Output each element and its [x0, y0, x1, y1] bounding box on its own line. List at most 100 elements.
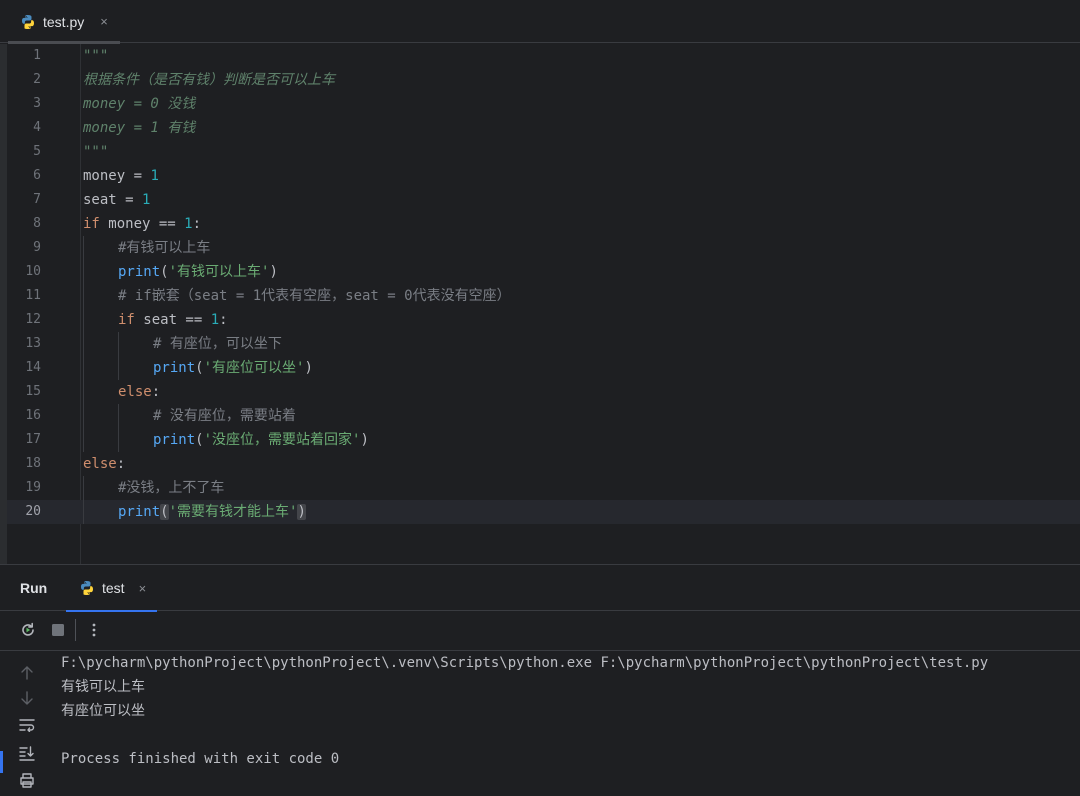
code-line[interactable]: 11 # if嵌套（seat = 1代表有空座，seat = 0代表没有空座）: [7, 284, 1080, 308]
console-line: 有座位可以坐: [61, 703, 145, 719]
code-token: :: [192, 216, 202, 232]
stop-icon[interactable]: [48, 620, 68, 640]
scroll-to-end-icon[interactable]: [17, 743, 37, 763]
code-line[interactable]: 5 """: [7, 140, 1080, 164]
scroll-down-icon[interactable]: [17, 688, 37, 708]
code-line[interactable]: 16 # 没有座位，需要站着: [7, 404, 1080, 428]
code-token: money ==: [99, 216, 185, 232]
code-text: if money == 1:: [83, 212, 201, 236]
indent-guide: [118, 356, 119, 380]
code-line[interactable]: 6 money = 1: [7, 164, 1080, 188]
run-panel-title: Run: [20, 580, 48, 596]
code-token: 1: [142, 192, 151, 208]
code-text: # if嵌套（seat = 1代表有空座，seat = 0代表没有空座）: [118, 288, 511, 304]
code-token: (: [160, 264, 169, 280]
editor-left-strip: [0, 44, 7, 564]
code-line[interactable]: 9 #有钱可以上车: [7, 236, 1080, 260]
code-token: ): [360, 432, 369, 448]
indent-guide: [118, 332, 119, 356]
code-line[interactable]: 2 根据条件（是否有钱）判断是否可以上车: [7, 68, 1080, 92]
console-line: 有钱可以上车: [61, 679, 145, 695]
line-number: 18: [25, 456, 41, 471]
code-line[interactable]: 12 if seat == 1:: [7, 308, 1080, 332]
code-token: ): [269, 264, 278, 280]
code-line[interactable]: 7 seat = 1: [7, 188, 1080, 212]
code-text: print('有钱可以上车'): [118, 260, 278, 284]
rerun-icon[interactable]: [18, 620, 38, 640]
code-token: '需要有钱才能上车': [168, 504, 298, 520]
scroll-up-icon[interactable]: [17, 663, 37, 683]
soft-wrap-icon[interactable]: [17, 715, 37, 735]
indent-guide: [83, 356, 84, 380]
code-text: else:: [83, 452, 125, 476]
code-token: print: [118, 504, 161, 520]
code-token: 1: [184, 216, 193, 232]
code-token: else: [118, 384, 152, 400]
indent-guide: [83, 260, 84, 284]
code-line[interactable]: 15 else:: [7, 380, 1080, 404]
code-token: 1: [210, 312, 220, 328]
code-editor[interactable]: 1 """ 2 根据条件（是否有钱）判断是否可以上车 3 money = 0 没…: [0, 44, 1080, 564]
code-token: seat =: [83, 192, 143, 208]
code-line-current[interactable]: 20 print('需要有钱才能上车'): [7, 500, 1080, 524]
code-text: #没钱，上不了车: [118, 480, 225, 496]
console-line: Process finished with exit code 0: [61, 751, 340, 767]
indent-guide: [83, 428, 84, 452]
code-text: print('需要有钱才能上车'): [118, 500, 306, 524]
line-number: 13: [25, 336, 41, 351]
line-number: 5: [33, 144, 41, 159]
code-text: print('有座位可以坐'): [153, 356, 313, 380]
code-text: 根据条件（是否有钱）判断是否可以上车: [83, 72, 335, 88]
editor-tab-bar: test.py ×: [0, 0, 1080, 44]
code-token: money =: [83, 168, 151, 184]
console-output[interactable]: F:\pycharm\pythonProject\pythonProject\.…: [61, 651, 1071, 771]
code-token: (: [195, 360, 204, 376]
line-number: 4: [33, 120, 41, 135]
code-token: :: [151, 384, 161, 400]
run-toolbar: [0, 611, 1080, 651]
code-line[interactable]: 10 print('有钱可以上车'): [7, 260, 1080, 284]
code-token: print: [153, 432, 196, 448]
line-number: 6: [33, 168, 41, 183]
line-number: 20: [25, 504, 41, 519]
code-text: money = 0 没钱: [83, 96, 196, 112]
code-line[interactable]: 13 # 有座位，可以坐下: [7, 332, 1080, 356]
indent-guide: [83, 308, 84, 332]
code-token: if: [118, 312, 135, 328]
indent-guide: [83, 404, 84, 428]
print-icon[interactable]: [17, 770, 37, 790]
indent-guide: [83, 284, 84, 308]
line-number: 12: [25, 312, 41, 327]
code-text: # 有座位，可以坐下: [153, 336, 282, 352]
code-line[interactable]: 19 #没钱，上不了车: [7, 476, 1080, 500]
line-number: 19: [25, 480, 41, 495]
code-line[interactable]: 1 """: [7, 44, 1080, 68]
code-token: print: [153, 360, 196, 376]
code-line[interactable]: 3 money = 0 没钱: [7, 92, 1080, 116]
code-text: """: [83, 48, 109, 64]
code-token: (: [195, 432, 204, 448]
editor-tab-test-py[interactable]: test.py ×: [8, 0, 120, 44]
indent-guide: [83, 500, 84, 524]
code-line[interactable]: 18 else:: [7, 452, 1080, 476]
code-text: """: [83, 144, 109, 160]
close-icon[interactable]: ×: [139, 581, 147, 596]
run-tab-test[interactable]: test ×: [66, 565, 157, 612]
line-number: 11: [25, 288, 41, 303]
code-line[interactable]: 14 print('有座位可以坐'): [7, 356, 1080, 380]
line-number: 10: [25, 264, 41, 279]
code-text: seat = 1: [83, 188, 150, 212]
code-token: seat ==: [134, 312, 211, 328]
code-text: #有钱可以上车: [118, 240, 211, 256]
code-line[interactable]: 4 money = 1 有钱: [7, 116, 1080, 140]
close-icon[interactable]: ×: [100, 14, 108, 29]
code-line[interactable]: 8 if money == 1:: [7, 212, 1080, 236]
line-number: 1: [33, 48, 41, 63]
line-number: 8: [33, 216, 41, 231]
code-line[interactable]: 17 print('没座位，需要站着回家'): [7, 428, 1080, 452]
editor-tab-label: test.py: [43, 13, 85, 30]
code-token: ): [304, 360, 313, 376]
code-token: if: [83, 216, 100, 232]
more-options-icon[interactable]: [84, 620, 104, 640]
